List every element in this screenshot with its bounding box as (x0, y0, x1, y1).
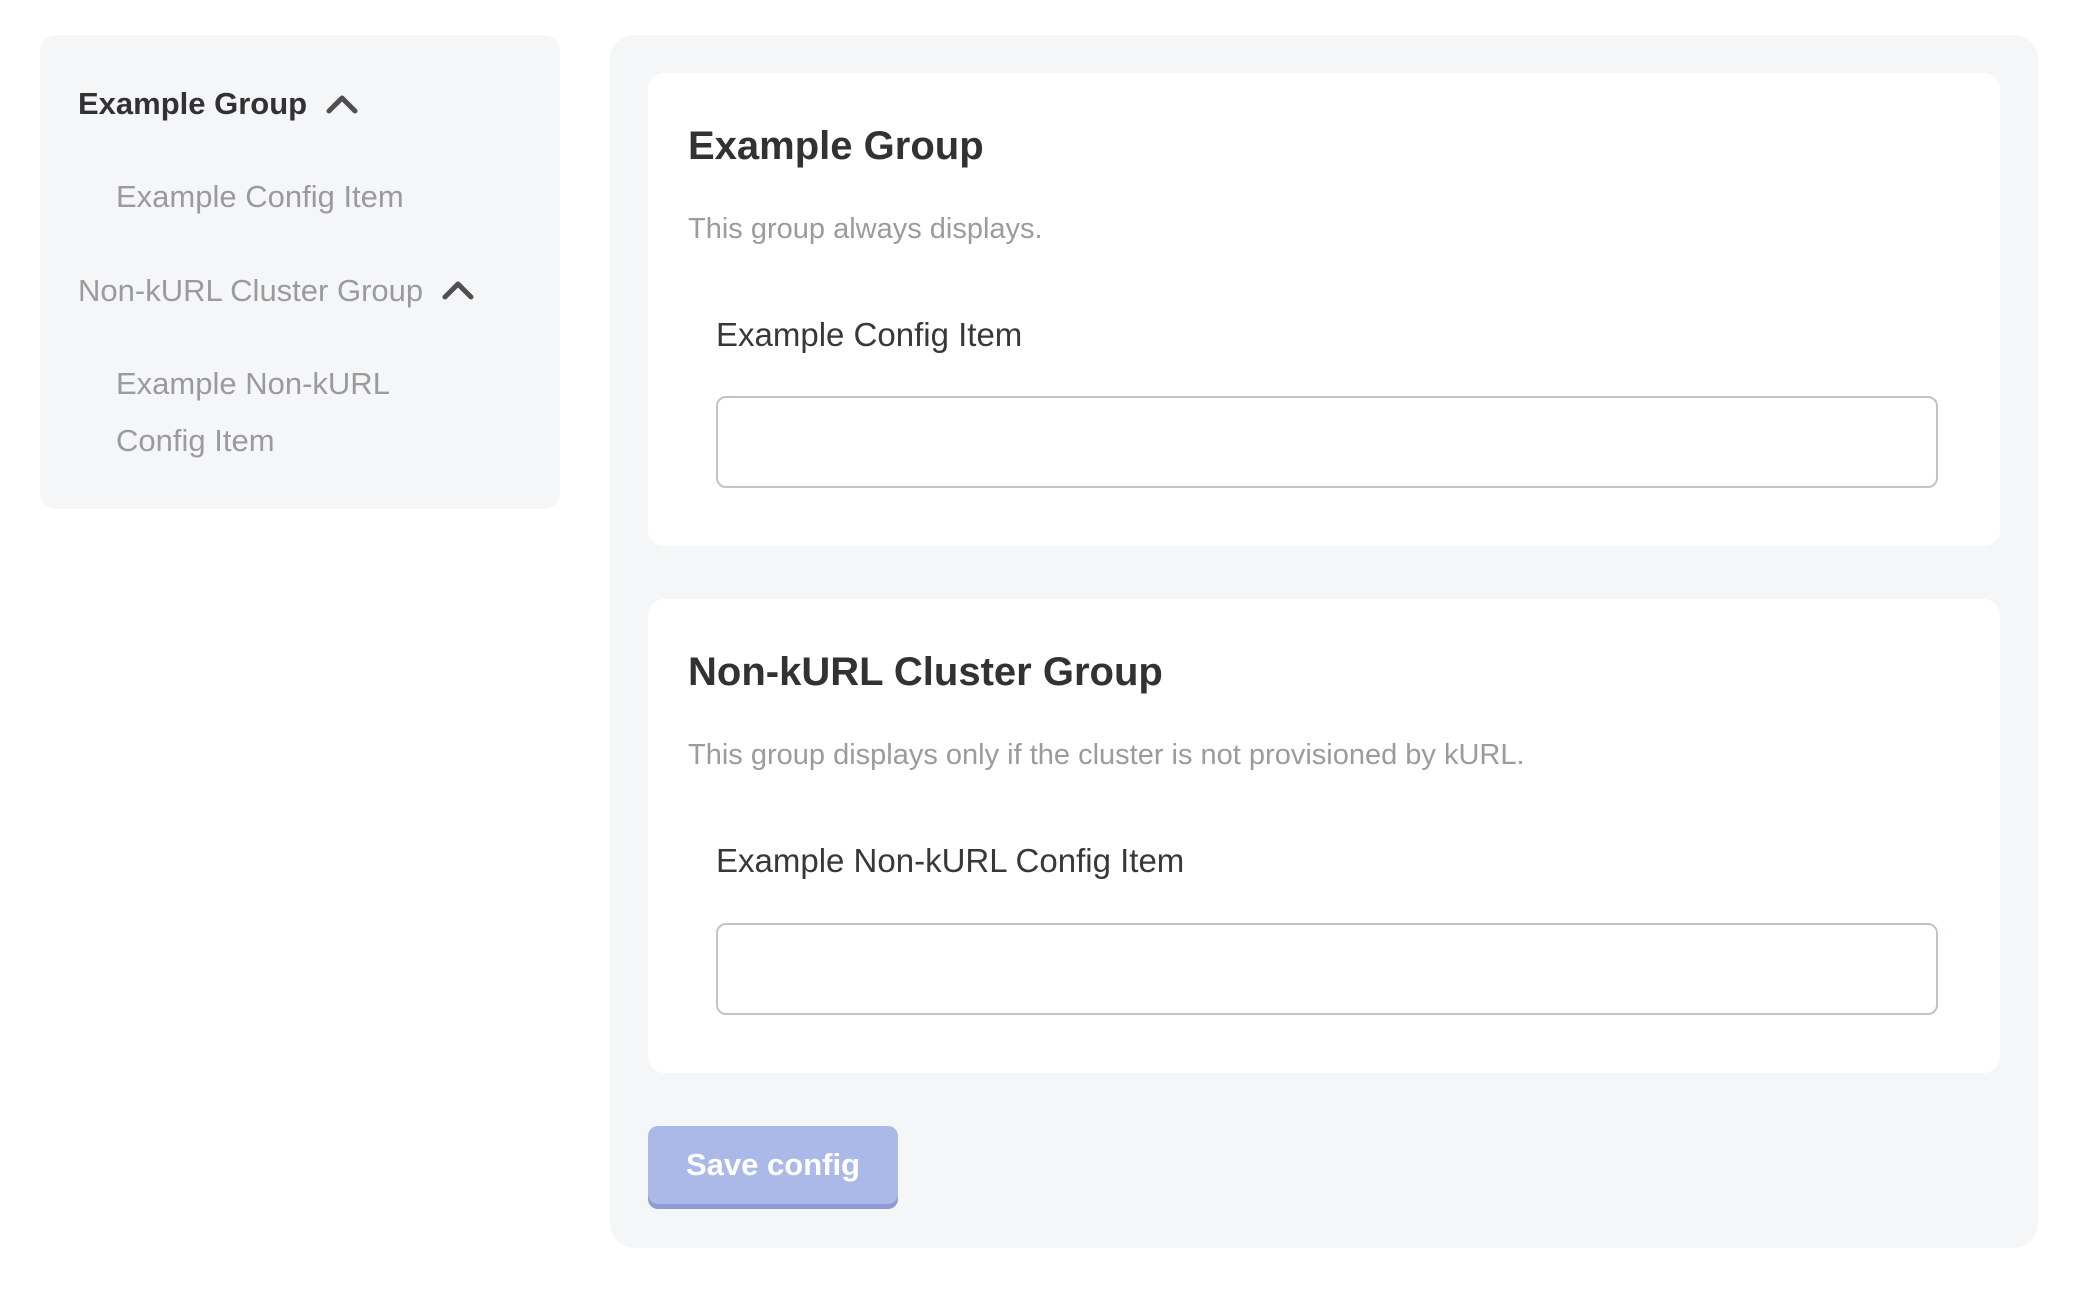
sidebar-group-label: Example Group (78, 85, 307, 122)
sidebar-group-non-kurl-cluster-group[interactable]: Non-kURL Cluster Group (78, 272, 522, 309)
save-config-button[interactable]: Save config (648, 1126, 898, 1204)
config-field: Example Non-kURL Config Item (716, 841, 1960, 1015)
config-main-panel: Example Group This group always displays… (610, 35, 2038, 1248)
config-group-card-non-kurl-cluster-group: Non-kURL Cluster Group This group displa… (648, 599, 2000, 1072)
group-title: Example Group (688, 123, 1960, 169)
sidebar-item-example-non-kurl-config-item[interactable]: Example Non-kURL Config Item (116, 355, 451, 470)
config-item-label: Example Config Item (716, 315, 1960, 355)
config-nav-sidebar: Example Group Example Config Item Non-kU… (40, 35, 560, 509)
config-page: Example Group Example Config Item Non-kU… (0, 0, 2084, 1302)
chevron-up-icon[interactable] (441, 279, 475, 301)
example-non-kurl-config-item-input[interactable] (716, 923, 1938, 1015)
group-title: Non-kURL Cluster Group (688, 649, 1960, 695)
sidebar-item-example-config-item[interactable]: Example Config Item (116, 168, 451, 225)
chevron-up-icon[interactable] (325, 93, 359, 115)
config-group-card-example-group: Example Group This group always displays… (648, 73, 2000, 546)
group-description: This group always displays. (688, 211, 1960, 249)
config-item-label: Example Non-kURL Config Item (716, 841, 1960, 881)
config-field: Example Config Item (716, 315, 1960, 489)
group-description: This group displays only if the cluster … (688, 737, 1960, 775)
sidebar-group-example-group[interactable]: Example Group (78, 85, 522, 122)
example-config-item-input[interactable] (716, 396, 1938, 488)
sidebar-group-label: Non-kURL Cluster Group (78, 272, 423, 309)
